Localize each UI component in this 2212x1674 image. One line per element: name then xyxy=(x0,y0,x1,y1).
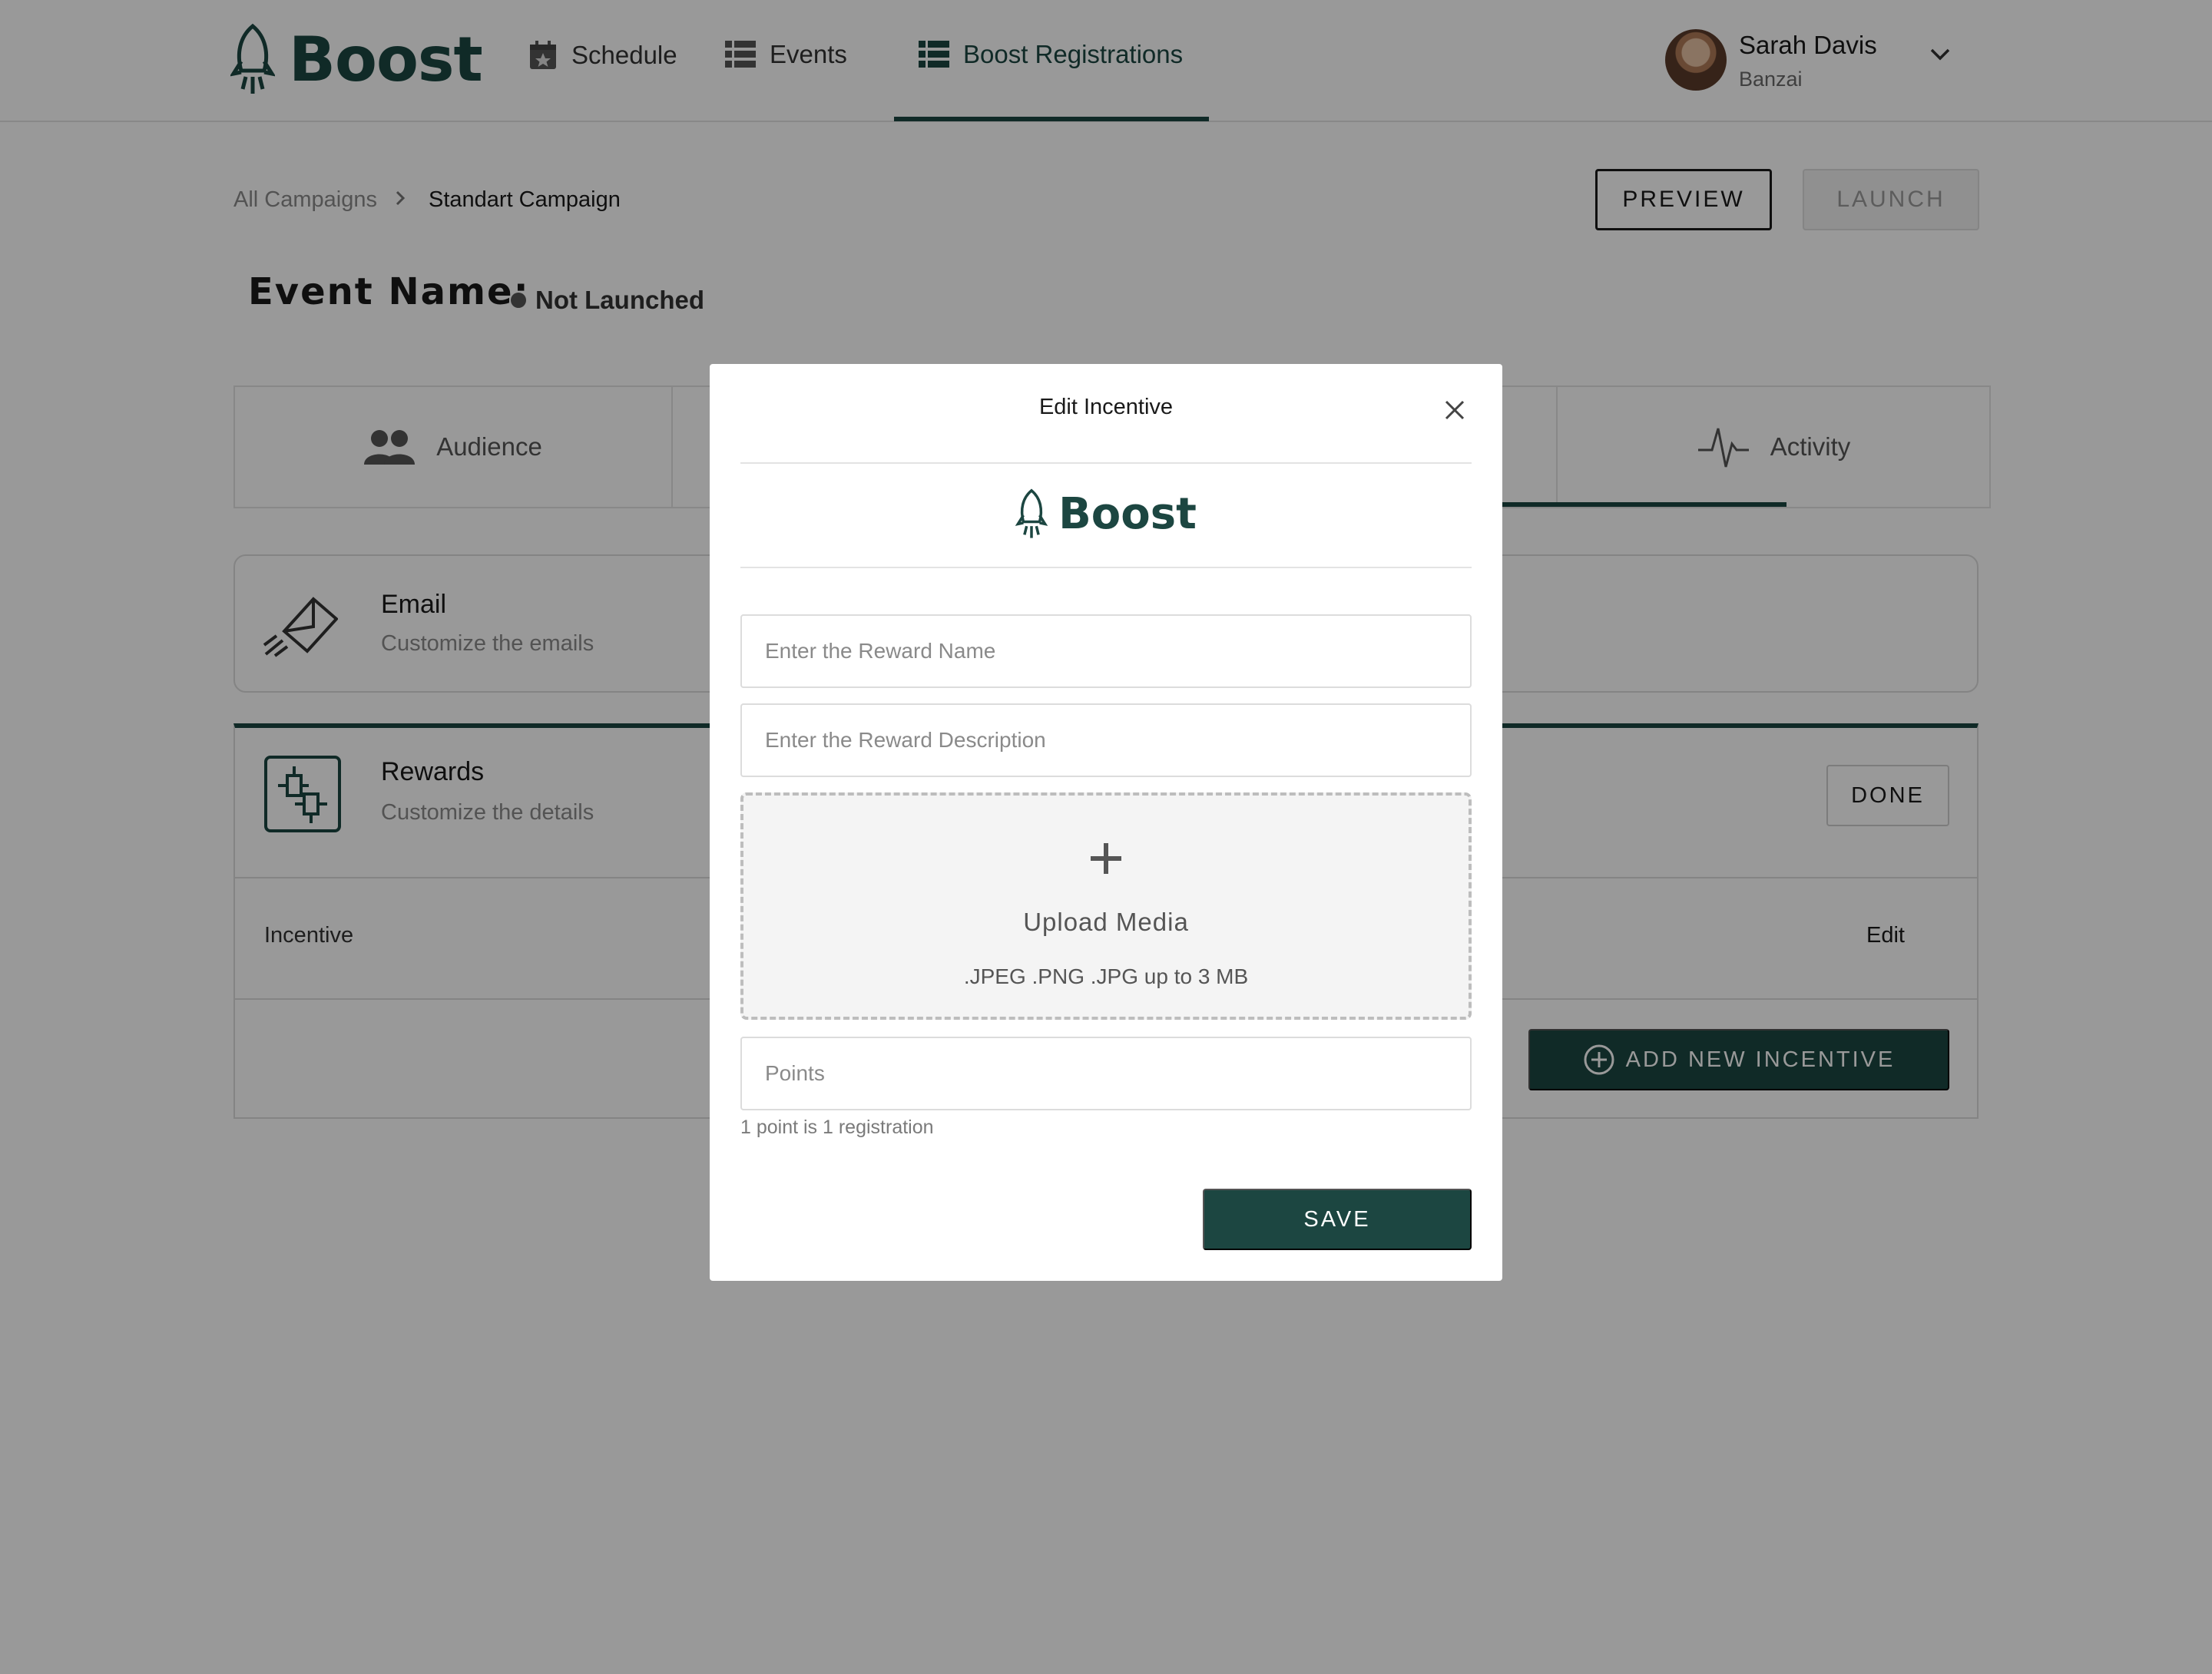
points-hint: 1 point is 1 registration xyxy=(740,1117,934,1138)
upload-plus-wrapper xyxy=(743,842,1469,875)
reward-name-input[interactable] xyxy=(740,614,1472,688)
upload-media-dropzone[interactable]: Upload Media .JPEG .PNG .JPG up to 3 MB xyxy=(740,792,1472,1020)
reward-description-input[interactable] xyxy=(740,703,1472,777)
modal-title: Edit Incentive xyxy=(1038,395,1174,419)
modal-divider xyxy=(740,567,1472,568)
upload-media-title: Upload Media xyxy=(1023,908,1189,936)
rocket-icon xyxy=(1015,488,1048,538)
points-input[interactable] xyxy=(740,1037,1472,1110)
modal-brand-logo: Boost xyxy=(710,488,1502,539)
upload-media-types: .JPEG .PNG .JPG up to 3 MB xyxy=(963,964,1249,988)
modal-brand-name: Boost xyxy=(1058,488,1197,539)
modal-divider xyxy=(740,462,1472,464)
plus-icon xyxy=(1091,843,1121,874)
save-button[interactable]: SAVE xyxy=(1203,1189,1472,1250)
edit-incentive-modal: Edit Incentive Boost Upload Media .JPEG … xyxy=(710,364,1502,1281)
close-icon[interactable] xyxy=(1444,399,1465,421)
